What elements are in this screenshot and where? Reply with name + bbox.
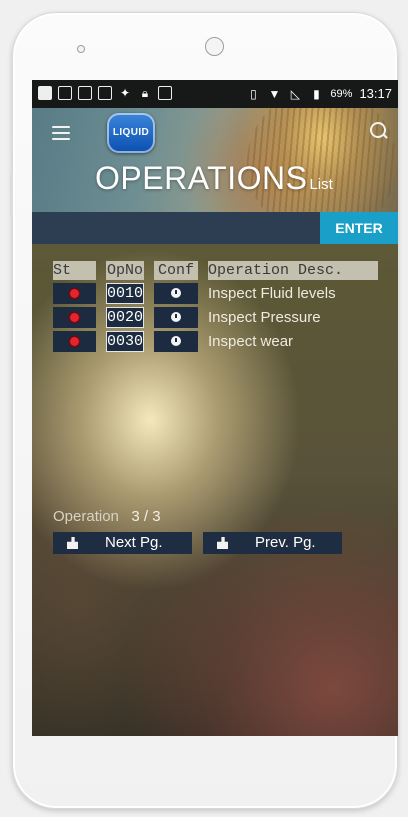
- prev-page-button[interactable]: Prev. Pg.: [203, 532, 342, 554]
- header-opno: OpNo: [106, 261, 145, 280]
- subtitle-text: List: [309, 176, 333, 193]
- prev-page-icon: [217, 537, 228, 549]
- enter-button[interactable]: ENTER: [320, 212, 398, 244]
- confirm-cell[interactable]: [154, 283, 199, 304]
- app-icon: [78, 86, 92, 100]
- next-page-button[interactable]: Next Pg.: [53, 532, 192, 554]
- confirm-cell[interactable]: [154, 307, 199, 328]
- opno-cell[interactable]: 0020: [106, 307, 145, 328]
- header-st: St: [53, 261, 96, 280]
- confirm-cell[interactable]: [154, 331, 199, 352]
- clock-icon: [171, 288, 182, 299]
- operations-table: St OpNo Conf Operation Desc. 0010 Inspec…: [43, 258, 388, 355]
- liquid-logo: LIQUID: [107, 113, 155, 153]
- table-header-row: St OpNo Conf Operation Desc.: [53, 261, 379, 280]
- table-row[interactable]: 0020 Inspect Pressure: [53, 307, 378, 328]
- search-icon[interactable]: [370, 122, 386, 138]
- status-bug-icon: [70, 312, 79, 322]
- description-cell: Inspect Pressure: [208, 309, 321, 326]
- message-icon: [38, 86, 52, 100]
- lock-icon: 🔒︎: [141, 86, 149, 100]
- status-cell[interactable]: [53, 283, 96, 304]
- next-page-icon: [67, 537, 78, 549]
- opno-cell[interactable]: 0030: [106, 331, 145, 352]
- next-page-label: Next Pg.: [105, 534, 163, 551]
- system-icons: ▯ ▼ ◺ ▮ 69% 13:17: [246, 86, 392, 101]
- notification-icons: ✦ 🔒︎: [38, 86, 172, 100]
- table-row[interactable]: 0030 Inspect wear: [53, 331, 378, 352]
- wifi-icon: ▼: [268, 86, 281, 101]
- table-row[interactable]: 0010 Inspect Fluid levels: [53, 283, 378, 304]
- status-cell[interactable]: [53, 307, 96, 328]
- proximity-sensor: [77, 45, 85, 53]
- status-cell[interactable]: [53, 331, 96, 352]
- status-bug-icon: [70, 288, 79, 298]
- app-screen: ✦ 🔒︎ ▯ ▼ ◺ ▮ 69% 13:17 LIQUID OPERATIONS…: [32, 80, 398, 736]
- clock-icon: [171, 336, 182, 347]
- photo-icon: [98, 86, 112, 100]
- header-desc: Operation Desc.: [208, 261, 379, 280]
- status-bug-icon: [70, 336, 79, 346]
- description-cell: Inspect Fluid levels: [208, 285, 336, 302]
- description-cell: Inspect wear: [208, 333, 294, 350]
- header-conf: Conf: [154, 261, 199, 280]
- android-icon: ✦: [119, 86, 131, 100]
- clock: 13:17: [359, 86, 392, 101]
- operation-counter: Operation 3 / 3: [53, 508, 161, 525]
- status-bar: ✦ 🔒︎ ▯ ▼ ◺ ▮ 69% 13:17: [32, 80, 398, 108]
- no-signal-icon: ◺: [290, 86, 301, 101]
- front-camera: [205, 37, 224, 56]
- vibrate-icon: ▯: [250, 86, 257, 101]
- operation-label: Operation: [53, 508, 119, 525]
- app-header: LIQUID OPERATIONS List: [32, 108, 398, 212]
- side-button: [10, 173, 13, 217]
- battery-percent: 69%: [330, 87, 353, 100]
- operation-count: 3 / 3: [131, 508, 161, 525]
- clock-icon: [171, 312, 182, 323]
- page-title: OPERATIONS List: [95, 160, 333, 197]
- title-text: OPERATIONS: [95, 160, 308, 196]
- battery-icon: ▮: [313, 86, 320, 101]
- prev-page-label: Prev. Pg.: [255, 534, 316, 551]
- action-bar: ENTER: [32, 212, 398, 244]
- image-icon: [58, 86, 72, 100]
- hamburger-menu-icon[interactable]: [52, 126, 70, 140]
- opno-cell[interactable]: 0010: [106, 283, 145, 304]
- app-icon: [158, 86, 172, 100]
